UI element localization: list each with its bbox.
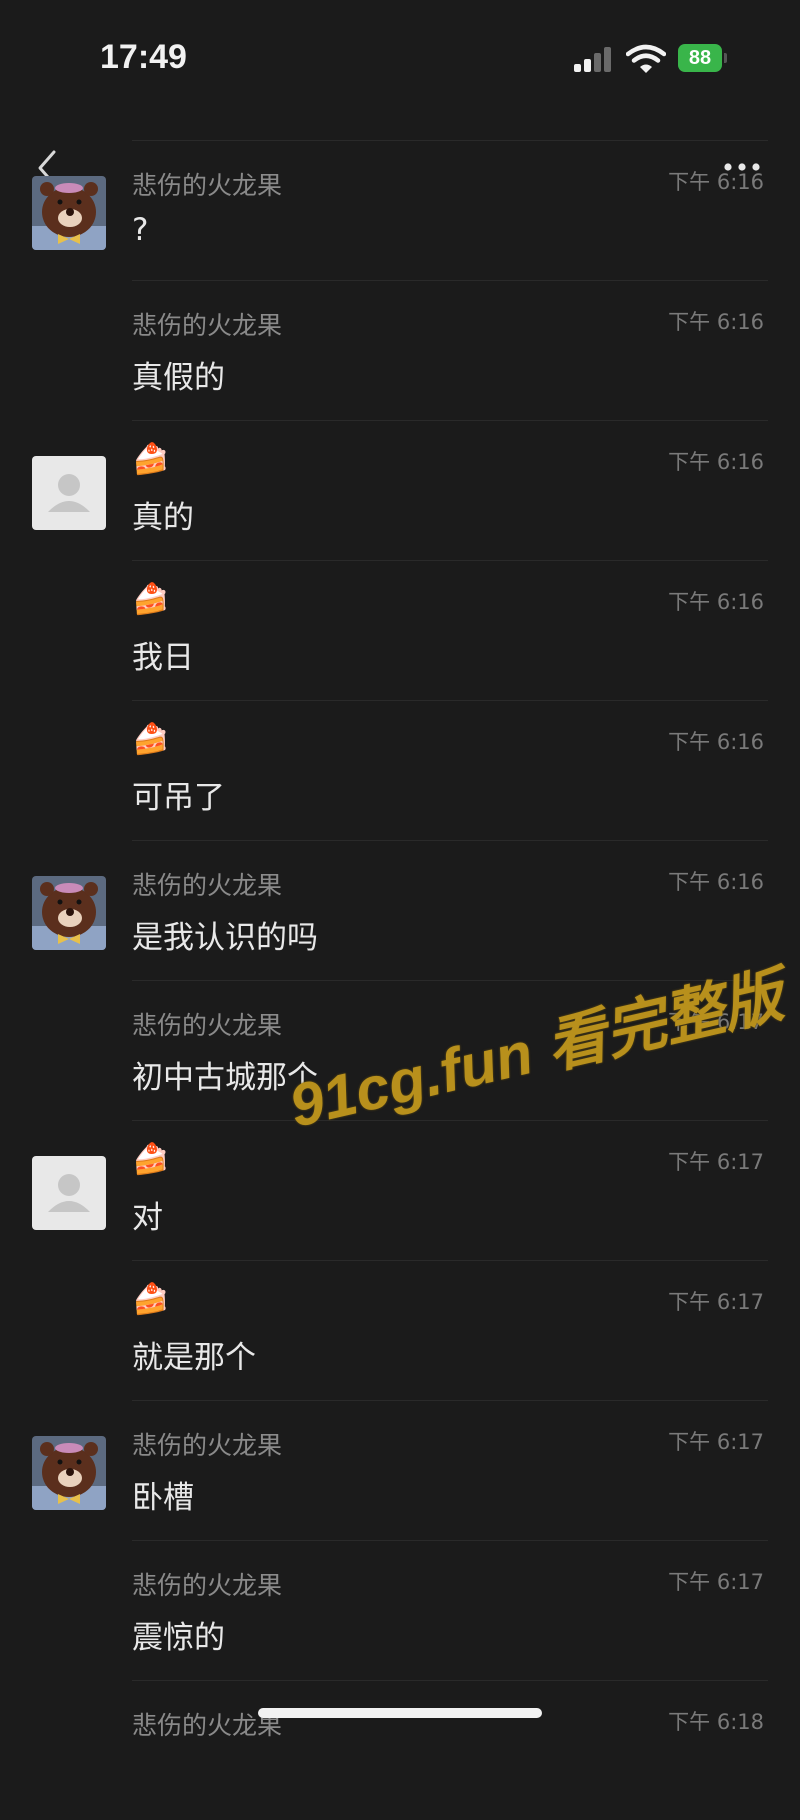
message-divider [132, 280, 768, 281]
message-row[interactable]: 🍰 下午 6:16 可吊了 [0, 700, 800, 840]
cellular-signal-icon [574, 46, 614, 72]
sender-avatar-default[interactable] [32, 456, 106, 530]
sender-name: 悲伤的火龙果 [132, 171, 283, 200]
sender-name: 🍰 [132, 582, 170, 617]
sender-name: 悲伤的火龙果 [132, 311, 283, 340]
battery-level: 88 [678, 44, 722, 72]
message-divider [132, 560, 768, 561]
message-timestamp: 下午 6:16 [668, 870, 764, 894]
sender-avatar-default[interactable] [32, 1156, 106, 1230]
message-timestamp: 下午 6:17 [668, 1430, 764, 1454]
message-divider [132, 140, 768, 141]
message-divider [132, 420, 768, 421]
message-divider [132, 1260, 768, 1261]
sender-name: 悲伤的火龙果 [132, 871, 283, 900]
sender-avatar-bear[interactable] [32, 176, 106, 250]
sender-name: 🍰 [132, 1142, 170, 1177]
message-timestamp: 下午 6:16 [668, 310, 764, 334]
message-text: 就是那个 [132, 1340, 256, 1376]
message-text: ? [132, 212, 149, 248]
message-row[interactable]: 🍰 下午 6:17 对 [0, 1120, 800, 1260]
message-divider [132, 700, 768, 701]
status-time: 17:49 [100, 38, 187, 76]
wifi-icon [626, 44, 666, 73]
message-timestamp: 下午 6:17 [668, 1150, 764, 1174]
message-timestamp: 下午 6:17 [668, 1290, 764, 1314]
message-timestamp: 下午 6:16 [668, 450, 764, 474]
message-row[interactable]: 悲伤的火龙果 下午 6:16? [0, 140, 800, 280]
message-row[interactable]: 悲伤的火龙果 下午 6:17 卧槽 [0, 1400, 800, 1540]
sender-avatar-bear[interactable] [32, 876, 106, 950]
sender-avatar-bear[interactable] [32, 1436, 106, 1510]
message-timestamp: 下午 6:16 [668, 170, 764, 194]
message-timestamp: 下午 6:16 [668, 590, 764, 614]
message-text: 是我认识的吗 [132, 920, 318, 956]
message-text: 震惊的 [132, 1620, 225, 1656]
message-text: 真的 [132, 500, 194, 536]
message-divider [132, 840, 768, 841]
message-divider [132, 1120, 768, 1121]
message-row[interactable]: 悲伤的火龙果 下午 6:16 真假的 [0, 280, 800, 420]
message-text: 我日 [132, 640, 194, 676]
message-divider [132, 1400, 768, 1401]
sender-name: 悲伤的火龙果 [132, 1571, 283, 1600]
message-row[interactable]: 🍰 下午 6:16 真的 [0, 420, 800, 560]
message-text: 卧槽 [132, 1480, 194, 1516]
status-bar: 17:49 88 [0, 0, 800, 110]
message-row[interactable]: 🍰 下午 6:16 我日 [0, 560, 800, 700]
message-row[interactable]: 悲伤的火龙果 下午 6:17 震惊的 [0, 1540, 800, 1680]
sender-name: 悲伤的火龙果 [132, 1011, 283, 1040]
sender-name: 悲伤的火龙果 [132, 1431, 283, 1460]
sender-name: 🍰 [132, 442, 170, 477]
message-row[interactable]: 🍰 下午 6:17 就是那个 [0, 1260, 800, 1400]
message-text: 对 [132, 1200, 163, 1236]
home-indicator[interactable] [258, 1708, 542, 1718]
message-timestamp: 下午 6:16 [668, 730, 764, 754]
sender-name: 🍰 [132, 722, 170, 757]
battery-icon: 88 [678, 44, 727, 72]
message-text: 可吊了 [132, 780, 225, 816]
message-divider [132, 1540, 768, 1541]
message-divider [132, 1680, 768, 1681]
message-timestamp: 下午 6:18 [668, 1710, 764, 1734]
message-text: 真假的 [132, 360, 225, 396]
message-timestamp: 下午 6:17 [668, 1570, 764, 1594]
message-row[interactable]: 悲伤的火龙果 下午 6:18 [0, 1680, 800, 1820]
message-row[interactable]: 悲伤的火龙果 下午 6:16 是我认识的吗 [0, 840, 800, 980]
sender-name: 🍰 [132, 1282, 170, 1317]
